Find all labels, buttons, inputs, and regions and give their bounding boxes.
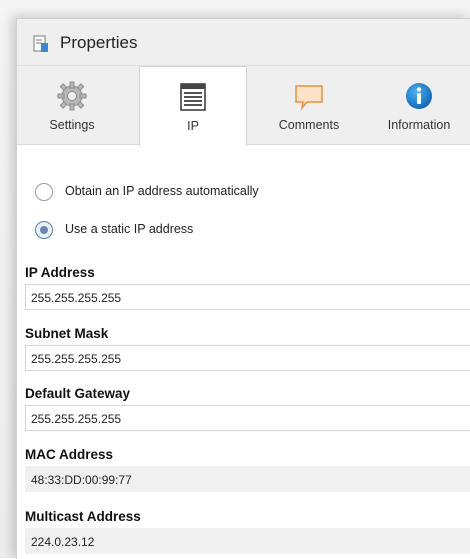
tab-ip-label: IP	[187, 119, 199, 133]
properties-window: Properties Settings IP Comments Informat…	[16, 18, 470, 559]
mac-address-value: 48:33:DD:00:99:77	[25, 466, 470, 492]
ip-list-icon	[180, 83, 206, 111]
radio-label: Obtain an IP address automatically	[65, 184, 259, 198]
tab-settings-label: Settings	[49, 118, 95, 132]
radio-button[interactable]	[35, 221, 53, 239]
subnet-mask-input[interactable]: 255.255.255.255	[25, 345, 470, 371]
info-icon	[406, 83, 432, 109]
tab-information-label: Information	[387, 118, 451, 132]
title-bar: Properties	[17, 19, 470, 66]
radio-label: Use a static IP address	[65, 222, 194, 236]
subnet-mask-label: Subnet Mask	[25, 326, 109, 341]
ip-address-label: IP Address	[25, 265, 95, 280]
tab-bar: Settings IP Comments Information	[17, 66, 470, 146]
mac-address-label: MAC Address	[25, 447, 114, 462]
gear-icon	[57, 81, 87, 111]
multicast-address-value: 224.0.23.12	[25, 528, 470, 554]
tab-settings[interactable]: Settings	[17, 66, 127, 144]
default-gateway-input[interactable]: 255.255.255.255	[25, 405, 470, 431]
ip-address-input[interactable]: 255.255.255.255	[25, 284, 470, 310]
comment-icon	[295, 85, 323, 111]
tab-ip[interactable]: IP	[139, 66, 247, 146]
tab-comments-label: Comments	[278, 118, 340, 132]
multicast-address-label: Multicast Address	[25, 509, 141, 524]
tab-comments[interactable]: Comments	[254, 66, 364, 144]
default-gateway-label: Default Gateway	[25, 386, 131, 401]
radio-button[interactable]	[35, 183, 53, 201]
window-title: Properties	[60, 33, 138, 52]
properties-icon	[33, 35, 48, 52]
tab-information[interactable]: Information	[364, 66, 470, 144]
